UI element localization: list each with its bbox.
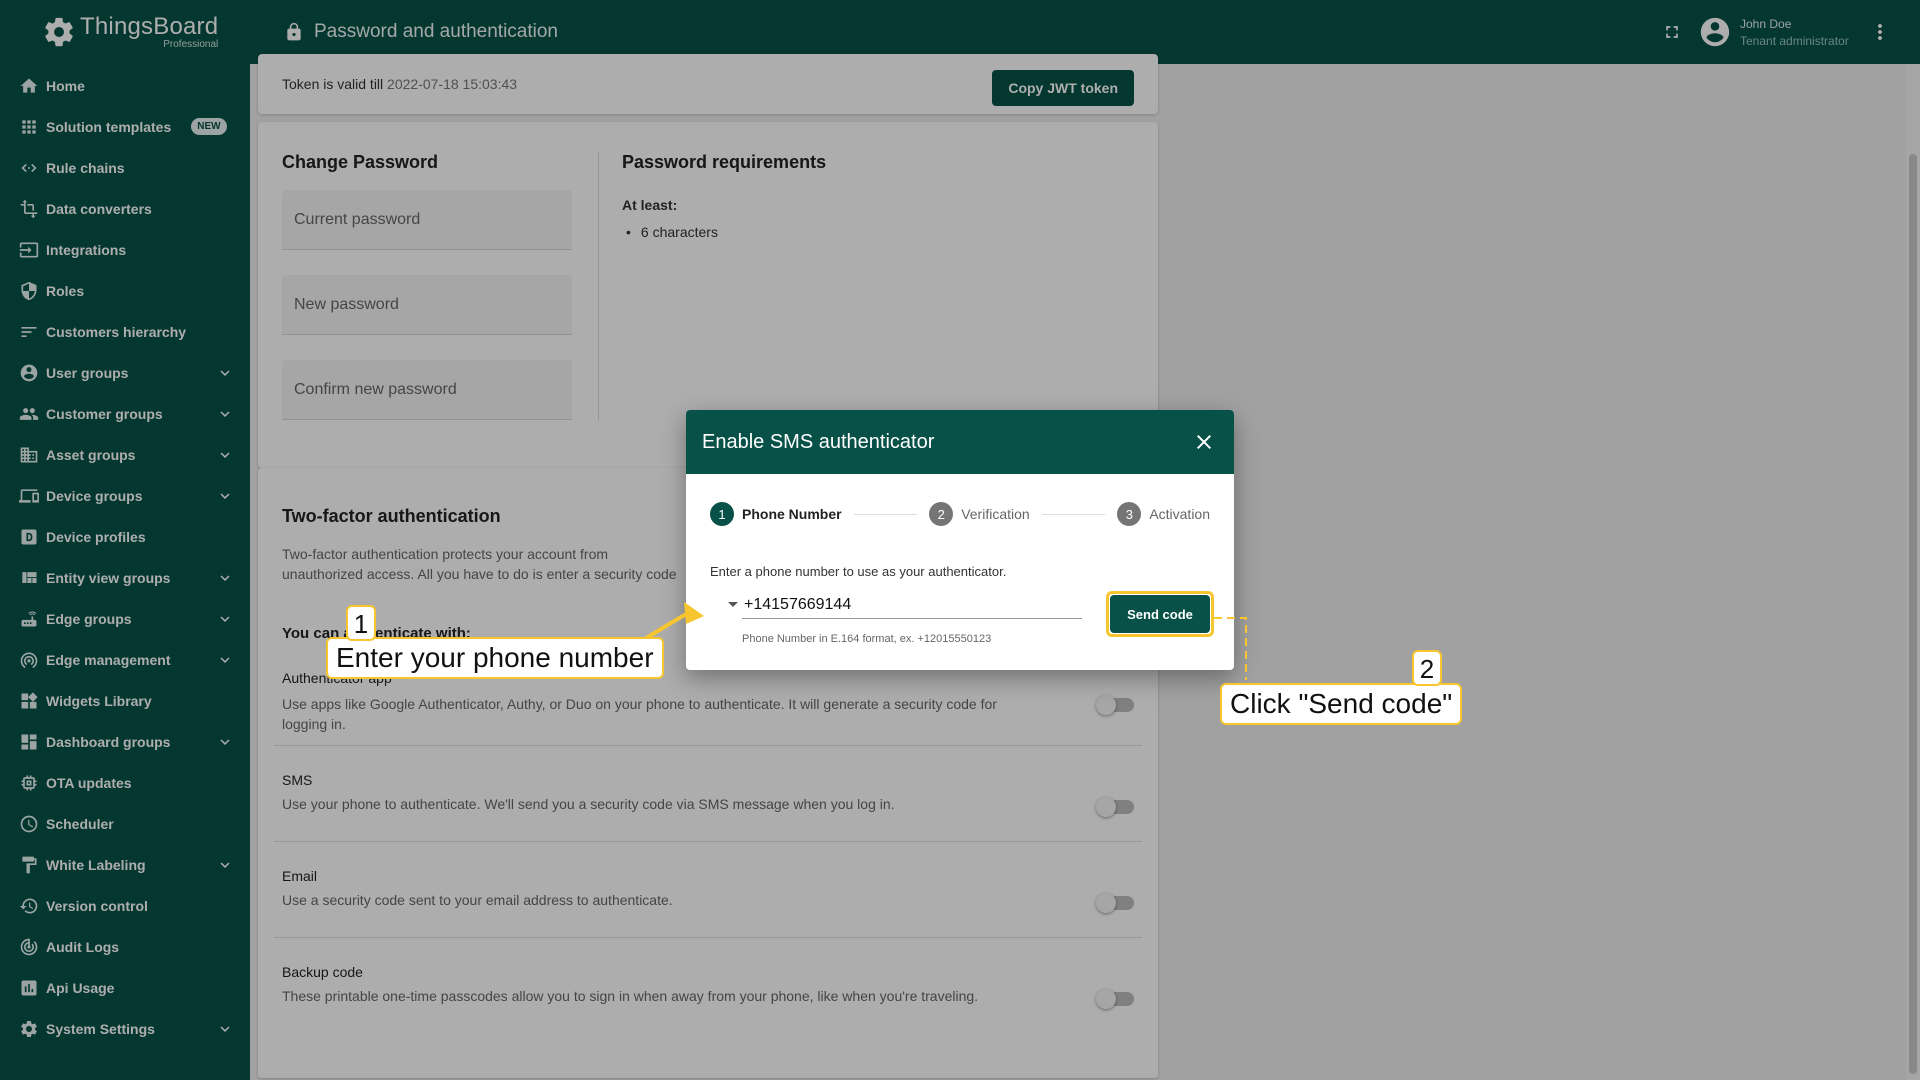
phone-field[interactable]	[728, 596, 1098, 619]
country-dropdown-arrow-icon[interactable]	[728, 602, 738, 607]
close-icon[interactable]	[1192, 430, 1216, 454]
dialog-header: Enable SMS authenticator	[686, 410, 1234, 474]
step-activation: 3 Activation	[1117, 502, 1210, 526]
step-number: 1	[710, 502, 734, 526]
annotation-number-1: 1	[346, 605, 376, 641]
step-number: 3	[1117, 502, 1142, 526]
step-label: Verification	[961, 506, 1030, 522]
annotation-callout-2: Click "Send code"	[1220, 683, 1463, 725]
step-phone-number: 1 Phone Number	[710, 502, 842, 526]
app-root: ThingsBoard Professional Home Solution te…	[0, 0, 1920, 1080]
step-number: 2	[929, 502, 954, 526]
send-code-button[interactable]: Send code	[1110, 595, 1210, 633]
annotation-callout-1: Enter your phone number	[326, 637, 664, 679]
step-connector	[1041, 513, 1106, 515]
step-verification: 2 Verification	[929, 502, 1030, 526]
phone-number-input[interactable]	[742, 596, 1082, 619]
dialog-title: Enable SMS authenticator	[702, 430, 935, 453]
step-label: Phone Number	[742, 506, 842, 522]
phone-hint: Phone Number in E.164 format, ex. +12015…	[742, 633, 992, 645]
dialog-instruction: Enter a phone number to use as your auth…	[710, 564, 1007, 579]
dialog-stepper: 1 Phone Number 2 Verification 3 Activati…	[710, 502, 1210, 526]
sms-authenticator-dialog: Enable SMS authenticator 1 Phone Number …	[686, 410, 1234, 670]
annotation-number-2: 2	[1412, 650, 1442, 686]
step-connector	[853, 513, 918, 515]
step-label: Activation	[1149, 506, 1211, 522]
